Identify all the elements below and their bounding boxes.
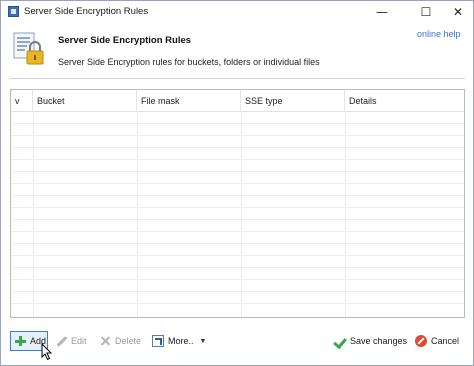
- empty-row: [11, 208, 464, 220]
- page-title: Server Side Encryption Rules: [58, 35, 192, 46]
- external-arrow-icon: [152, 335, 164, 347]
- empty-row: [11, 148, 464, 160]
- save-changes-button[interactable]: Save changes: [334, 331, 407, 351]
- more-menu-button[interactable]: More.. ▼: [152, 331, 206, 351]
- empty-row: [11, 124, 464, 136]
- empty-row: [11, 112, 464, 124]
- empty-row: [11, 280, 464, 292]
- app-icon: [8, 6, 19, 17]
- empty-row: [11, 184, 464, 196]
- title-bar[interactable]: Server Side Encryption Rules — ☐ ✕: [1, 1, 473, 23]
- empty-row: [11, 172, 464, 184]
- cancel-icon: [415, 335, 427, 347]
- edit-button[interactable]: Edit: [55, 331, 87, 351]
- window-title: Server Side Encryption Rules: [24, 6, 149, 17]
- empty-row: [11, 244, 464, 256]
- maximize-button[interactable]: ☐: [411, 1, 441, 23]
- pencil-icon: [55, 335, 67, 347]
- dropdown-caret-icon: ▼: [199, 337, 207, 345]
- column-header-file-mask[interactable]: File mask: [137, 90, 241, 112]
- lock-document-icon: [13, 32, 44, 65]
- encryption-rules-window: Server Side Encryption Rules — ☐ ✕ Serve…: [0, 0, 474, 366]
- delete-button[interactable]: Delete: [99, 331, 141, 351]
- column-header-v[interactable]: v: [11, 90, 33, 112]
- empty-row: [11, 196, 464, 208]
- column-header-bucket[interactable]: Bucket: [33, 90, 137, 112]
- delete-x-icon: [99, 335, 111, 347]
- header-divider: [9, 78, 465, 79]
- page-description: Server Side Encryption rules for buckets…: [58, 57, 320, 67]
- column-header-sse-type[interactable]: SSE type: [241, 90, 345, 112]
- rules-grid[interactable]: v Bucket File mask SSE type Details: [10, 89, 465, 318]
- checkmark-icon: [334, 335, 346, 347]
- mouse-pointer-icon: [41, 343, 53, 361]
- empty-row: [11, 268, 464, 280]
- empty-row: [11, 160, 464, 172]
- empty-row: [11, 220, 464, 232]
- more-button-label: More..: [168, 336, 194, 346]
- empty-row: [11, 232, 464, 244]
- plus-icon: [14, 335, 26, 347]
- grid-header: v Bucket File mask SSE type Details: [11, 90, 464, 112]
- delete-button-label: Delete: [115, 336, 142, 346]
- edit-button-label: Edit: [71, 336, 87, 346]
- empty-row: [11, 292, 464, 304]
- empty-row: [11, 256, 464, 268]
- column-header-details[interactable]: Details: [345, 90, 464, 112]
- online-help-link[interactable]: online help: [417, 29, 461, 39]
- cancel-button[interactable]: Cancel: [415, 331, 459, 351]
- minimize-button[interactable]: —: [367, 1, 397, 23]
- cancel-button-label: Cancel: [431, 336, 460, 346]
- save-button-label: Save changes: [350, 336, 408, 346]
- close-button[interactable]: ✕: [443, 1, 473, 23]
- empty-row: [11, 136, 464, 148]
